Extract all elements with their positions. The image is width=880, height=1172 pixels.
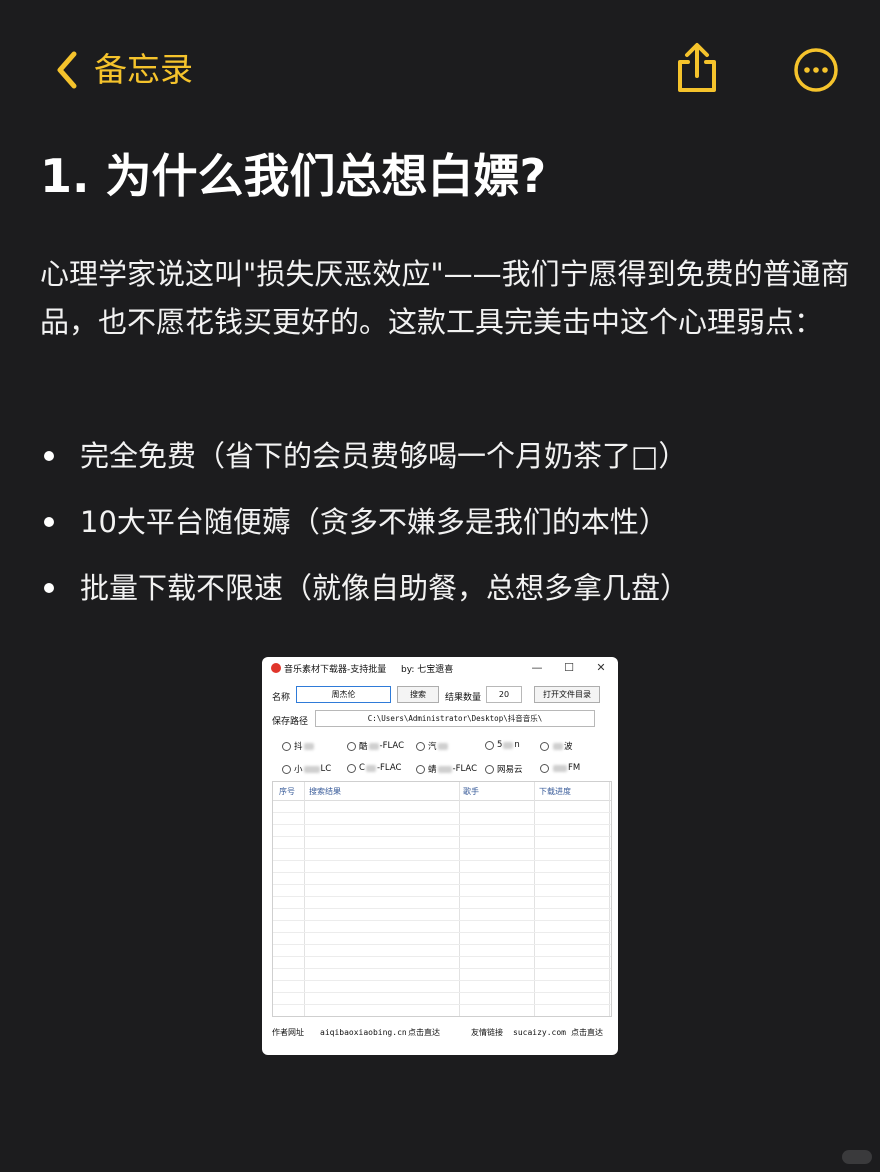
path-label: 保存路径	[272, 717, 309, 727]
back-label: 备忘录	[94, 50, 193, 89]
platform-radio[interactable]: C -FLAC	[347, 763, 401, 773]
radio-circle-icon	[347, 763, 356, 773]
radio-circle-icon	[416, 741, 425, 751]
radio-circle-icon	[485, 740, 494, 750]
app-titlebar: 音乐素材下载器-支持批量 by: 七宝遗喜 — ☐ ✕	[262, 657, 618, 681]
radio-circle-icon	[282, 741, 291, 751]
friend-label: 友情链接	[471, 1028, 503, 1037]
platform-radio[interactable]: 汽	[416, 740, 449, 752]
column-header: 搜索结果	[309, 787, 341, 796]
bullet-item: 批量下载不限速（就像自助餐，总想多拿几盘）	[40, 564, 840, 630]
radio-circle-icon	[540, 741, 549, 751]
chevron-left-icon	[57, 51, 77, 89]
search-button[interactable]: 搜索	[397, 686, 439, 703]
app-title: 音乐素材下载器-支持批量	[284, 665, 387, 675]
platform-radio[interactable]: 蜻 -FLAC	[416, 763, 477, 775]
bullet-item: 10大平台随便薅（贪多不嫌多是我们的本性）	[40, 498, 840, 564]
friend-link[interactable]: 点击直达	[571, 1027, 603, 1038]
author-url: aiqibaoxiaobing.cn	[320, 1028, 407, 1037]
author-label: 作者网址	[272, 1028, 304, 1037]
platform-radio[interactable]: 网易云	[485, 763, 523, 775]
column-header: 下载进度	[539, 787, 571, 796]
friend-url: sucaizy.com	[513, 1028, 566, 1037]
watermark-badge	[842, 1150, 872, 1164]
name-input[interactable]: 周杰伦	[296, 686, 391, 703]
radio-circle-icon	[416, 764, 425, 774]
close-button[interactable]: ✕	[590, 659, 612, 677]
radio-circle-icon	[540, 763, 549, 773]
bullet-list: 完全免费（省下的会员费够喝一个月奶茶了□） 10大平台随便薅（贪多不嫌多是我们的…	[40, 432, 840, 630]
radio-circle-icon	[282, 764, 291, 774]
navigation-bar: 备忘录	[0, 0, 880, 140]
app-logo-icon	[271, 663, 281, 673]
more-button[interactable]	[793, 47, 839, 93]
more-icon	[794, 48, 838, 92]
note-title: 1. 为什么我们总想白嫖?	[40, 149, 547, 203]
radio-circle-icon	[347, 741, 356, 751]
results-table[interactable]: 序号 搜索结果 歌手 下载进度	[272, 781, 612, 1017]
share-icon	[678, 43, 716, 92]
platform-radio[interactable]: 波	[540, 740, 573, 752]
radio-circle-icon	[485, 764, 494, 774]
open-folder-button[interactable]: 打开文件目录	[534, 686, 600, 703]
app-author: by: 七宝遗喜	[401, 665, 454, 675]
note-paragraph: 心理学家说这叫"损失厌恶效应"——我们宁愿得到免费的普通商品，也不愿花钱买更好的…	[40, 257, 850, 339]
column-header: 歌手	[463, 787, 479, 796]
platform-radio[interactable]: 5n	[485, 740, 520, 750]
count-label: 结果数量	[445, 693, 482, 703]
table-header: 序号 搜索结果 歌手 下载进度	[273, 782, 611, 801]
back-button[interactable]: 备忘录	[54, 48, 193, 92]
platform-radio[interactable]: 酷 -FLAC	[347, 740, 404, 752]
name-label: 名称	[272, 693, 291, 703]
column-header: 序号	[279, 787, 295, 796]
count-input[interactable]: 20	[486, 686, 522, 703]
platform-radio[interactable]: 抖	[282, 740, 315, 752]
app-screenshot: 音乐素材下载器-支持批量 by: 七宝遗喜 — ☐ ✕ 名称 周杰伦 搜索 结果…	[262, 657, 618, 1055]
platform-radio[interactable]: 小 LC	[282, 763, 331, 775]
bullet-item: 完全免费（省下的会员费够喝一个月奶茶了□）	[40, 432, 840, 498]
path-input[interactable]: C:\Users\Administrator\Desktop\抖音音乐\	[315, 710, 595, 727]
author-link[interactable]: 点击直达	[408, 1027, 440, 1038]
platform-radio[interactable]: FM	[540, 763, 580, 773]
maximize-button[interactable]: ☐	[558, 659, 580, 677]
share-button[interactable]	[674, 42, 720, 94]
minimize-button[interactable]: —	[526, 659, 548, 677]
